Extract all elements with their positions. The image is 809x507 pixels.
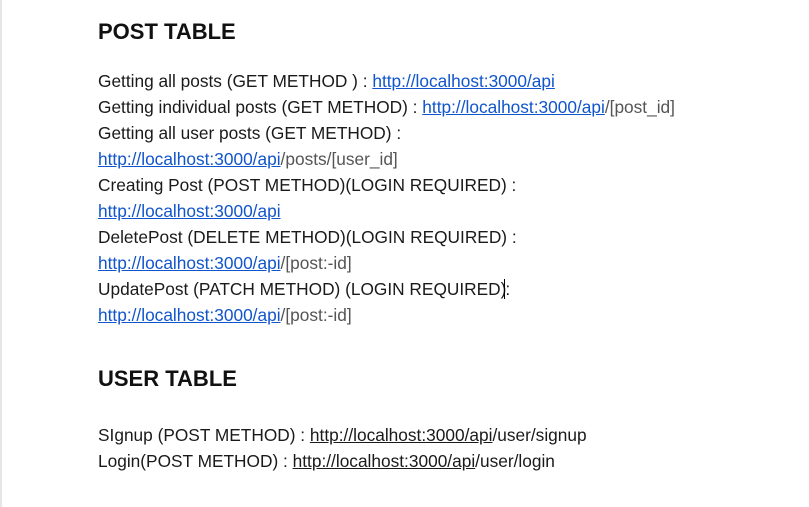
endpoint-description: SIgnup (POST METHOD) : xyxy=(98,425,310,445)
post-table-endpoints: Getting all posts (GET METHOD ) : http:/… xyxy=(98,68,675,328)
endpoint-link[interactable]: http://localhost:3000/api xyxy=(98,305,281,325)
endpoint-description: DeletePost (DELETE METHOD)(LOGIN REQUIRE… xyxy=(98,227,517,247)
post-table-heading: POST TABLE xyxy=(98,19,236,44)
endpoint-path-suffix: /user/login xyxy=(475,451,555,471)
endpoint-line: http://localhost:3000/api/[post:-id] xyxy=(98,302,675,328)
endpoint-description: Creating Post (POST METHOD)(LOGIN REQUIR… xyxy=(98,175,517,195)
endpoint-line: SIgnup (POST METHOD) : http://localhost:… xyxy=(98,422,587,448)
endpoint-line: http://localhost:3000/api xyxy=(98,198,675,224)
endpoint-path-suffix: /[post:-id] xyxy=(280,305,352,325)
endpoint-link[interactable]: http://localhost:3000/api xyxy=(310,425,493,445)
colon-after-cursor: : xyxy=(505,279,511,299)
endpoint-line: UpdatePost (PATCH METHOD) (LOGIN REQUIRE… xyxy=(98,276,675,302)
user-table-endpoints: SIgnup (POST METHOD) : http://localhost:… xyxy=(98,422,587,474)
endpoint-line: Getting all posts (GET METHOD ) : http:/… xyxy=(98,68,675,94)
endpoint-description: Getting all posts (GET METHOD ) : xyxy=(98,71,373,91)
endpoint-line: DeletePost (DELETE METHOD)(LOGIN REQUIRE… xyxy=(98,224,675,250)
endpoint-description: Getting all user posts (GET METHOD) : xyxy=(98,123,402,143)
endpoint-path-suffix: /[post:-id] xyxy=(280,253,352,273)
endpoint-line: Creating Post (POST METHOD)(LOGIN REQUIR… xyxy=(98,172,675,198)
endpoint-line: Getting all user posts (GET METHOD) : xyxy=(98,120,675,146)
endpoint-path-suffix: /user/signup xyxy=(492,425,587,445)
endpoint-link[interactable]: http://localhost:3000/api xyxy=(372,71,555,91)
user-table-heading: USER TABLE xyxy=(98,366,237,391)
endpoint-link[interactable]: http://localhost:3000/api xyxy=(293,451,476,471)
endpoint-line: Login(POST METHOD) : http://localhost:30… xyxy=(98,448,587,474)
endpoint-link[interactable]: http://localhost:3000/api xyxy=(98,149,281,169)
endpoint-link[interactable]: http://localhost:3000/api xyxy=(422,97,605,117)
endpoint-line: http://localhost:3000/api/posts/[user_id… xyxy=(98,146,675,172)
endpoint-line: Getting individual posts (GET METHOD) : … xyxy=(98,94,675,120)
endpoint-description: Login(POST METHOD) : xyxy=(98,451,293,471)
endpoint-link[interactable]: http://localhost:3000/api xyxy=(98,201,281,221)
endpoint-path-suffix: /posts/[user_id] xyxy=(280,149,398,169)
endpoint-description: Getting individual posts (GET METHOD) : xyxy=(98,97,423,117)
endpoint-line: http://localhost:3000/api/[post:-id] xyxy=(98,250,675,276)
page-left-border xyxy=(0,0,2,507)
endpoint-link[interactable]: http://localhost:3000/api xyxy=(98,253,281,273)
endpoint-path-suffix: /[post_id] xyxy=(604,97,675,117)
endpoint-description: UpdatePost (PATCH METHOD) (LOGIN REQUIRE… xyxy=(98,279,507,299)
